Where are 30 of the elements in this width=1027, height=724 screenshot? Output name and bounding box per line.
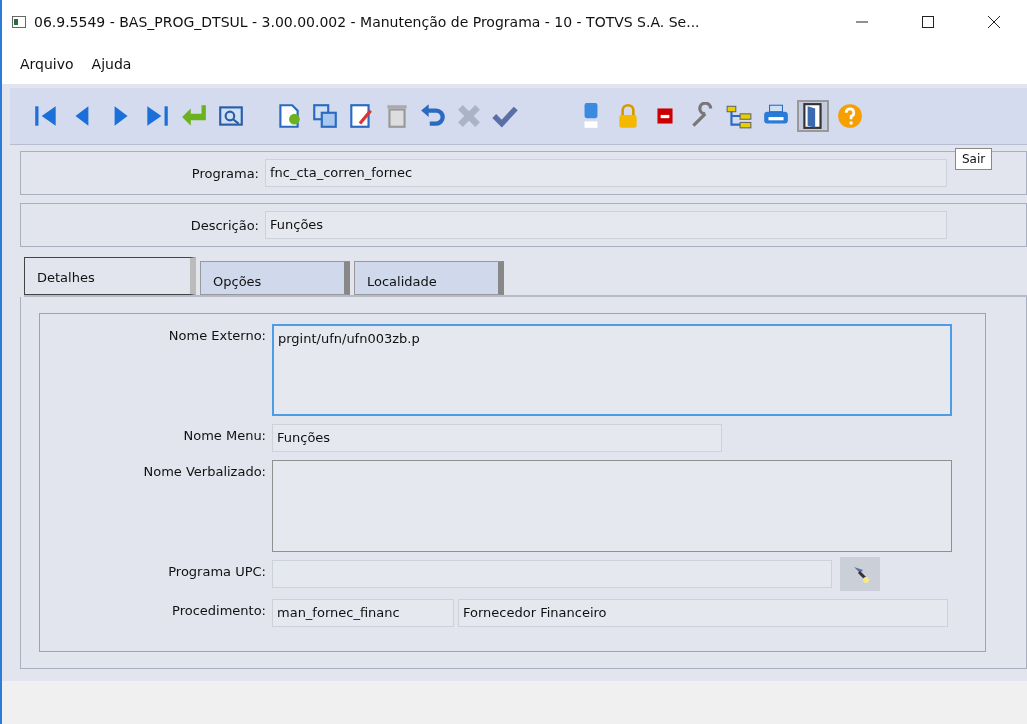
menu-item[interactable]: Arquivo bbox=[20, 56, 74, 73]
field-label: Descrição: bbox=[189, 217, 260, 233]
tab[interactable]: Detalhes bbox=[24, 257, 196, 295]
edit-document-icon[interactable] bbox=[347, 102, 375, 130]
text-field[interactable]: fnc_cta_corren_fornec bbox=[265, 159, 947, 187]
window-title: 06.9.5549 - BAS_PROG_DTSUL - 3.00.00.002 - Manutenção de Programa - 10 - TOTVS S.A. Se... bbox=[34, 14, 701, 31]
tab[interactable]: Opções bbox=[200, 261, 350, 295]
field-label: Programa UPC: bbox=[167, 563, 267, 579]
text-field[interactable]: Funções bbox=[272, 424, 722, 452]
app-icon bbox=[12, 16, 26, 29]
field-label: Nome Verbalizado: bbox=[142, 463, 267, 479]
field-label: Nome Menu: bbox=[182, 427, 267, 443]
close-icon[interactable] bbox=[987, 15, 1001, 30]
menu-item[interactable]: Ajuda bbox=[91, 56, 132, 73]
field-label: Procedimento: bbox=[171, 602, 267, 618]
text-field[interactable]: Fornecedor Financeiro bbox=[458, 599, 948, 627]
door-exit-icon[interactable] bbox=[799, 102, 827, 130]
copy-icon[interactable] bbox=[311, 102, 339, 130]
field-label: Nome Externo: bbox=[167, 327, 267, 343]
maximize-icon[interactable] bbox=[921, 15, 935, 30]
help-icon[interactable] bbox=[836, 102, 864, 130]
tab[interactable]: Localidade bbox=[354, 261, 504, 295]
tooltip: Sair bbox=[955, 148, 993, 170]
field-label: Programa: bbox=[190, 165, 260, 181]
lookup-button[interactable] bbox=[840, 557, 880, 591]
text-field[interactable]: Funções bbox=[265, 211, 947, 239]
text-area[interactable]: prgint/ufn/ufn003zb.p bbox=[272, 324, 952, 416]
text-field[interactable] bbox=[272, 560, 832, 588]
text-field[interactable]: man_fornec_financ bbox=[272, 599, 454, 627]
text-area[interactable] bbox=[272, 460, 952, 552]
